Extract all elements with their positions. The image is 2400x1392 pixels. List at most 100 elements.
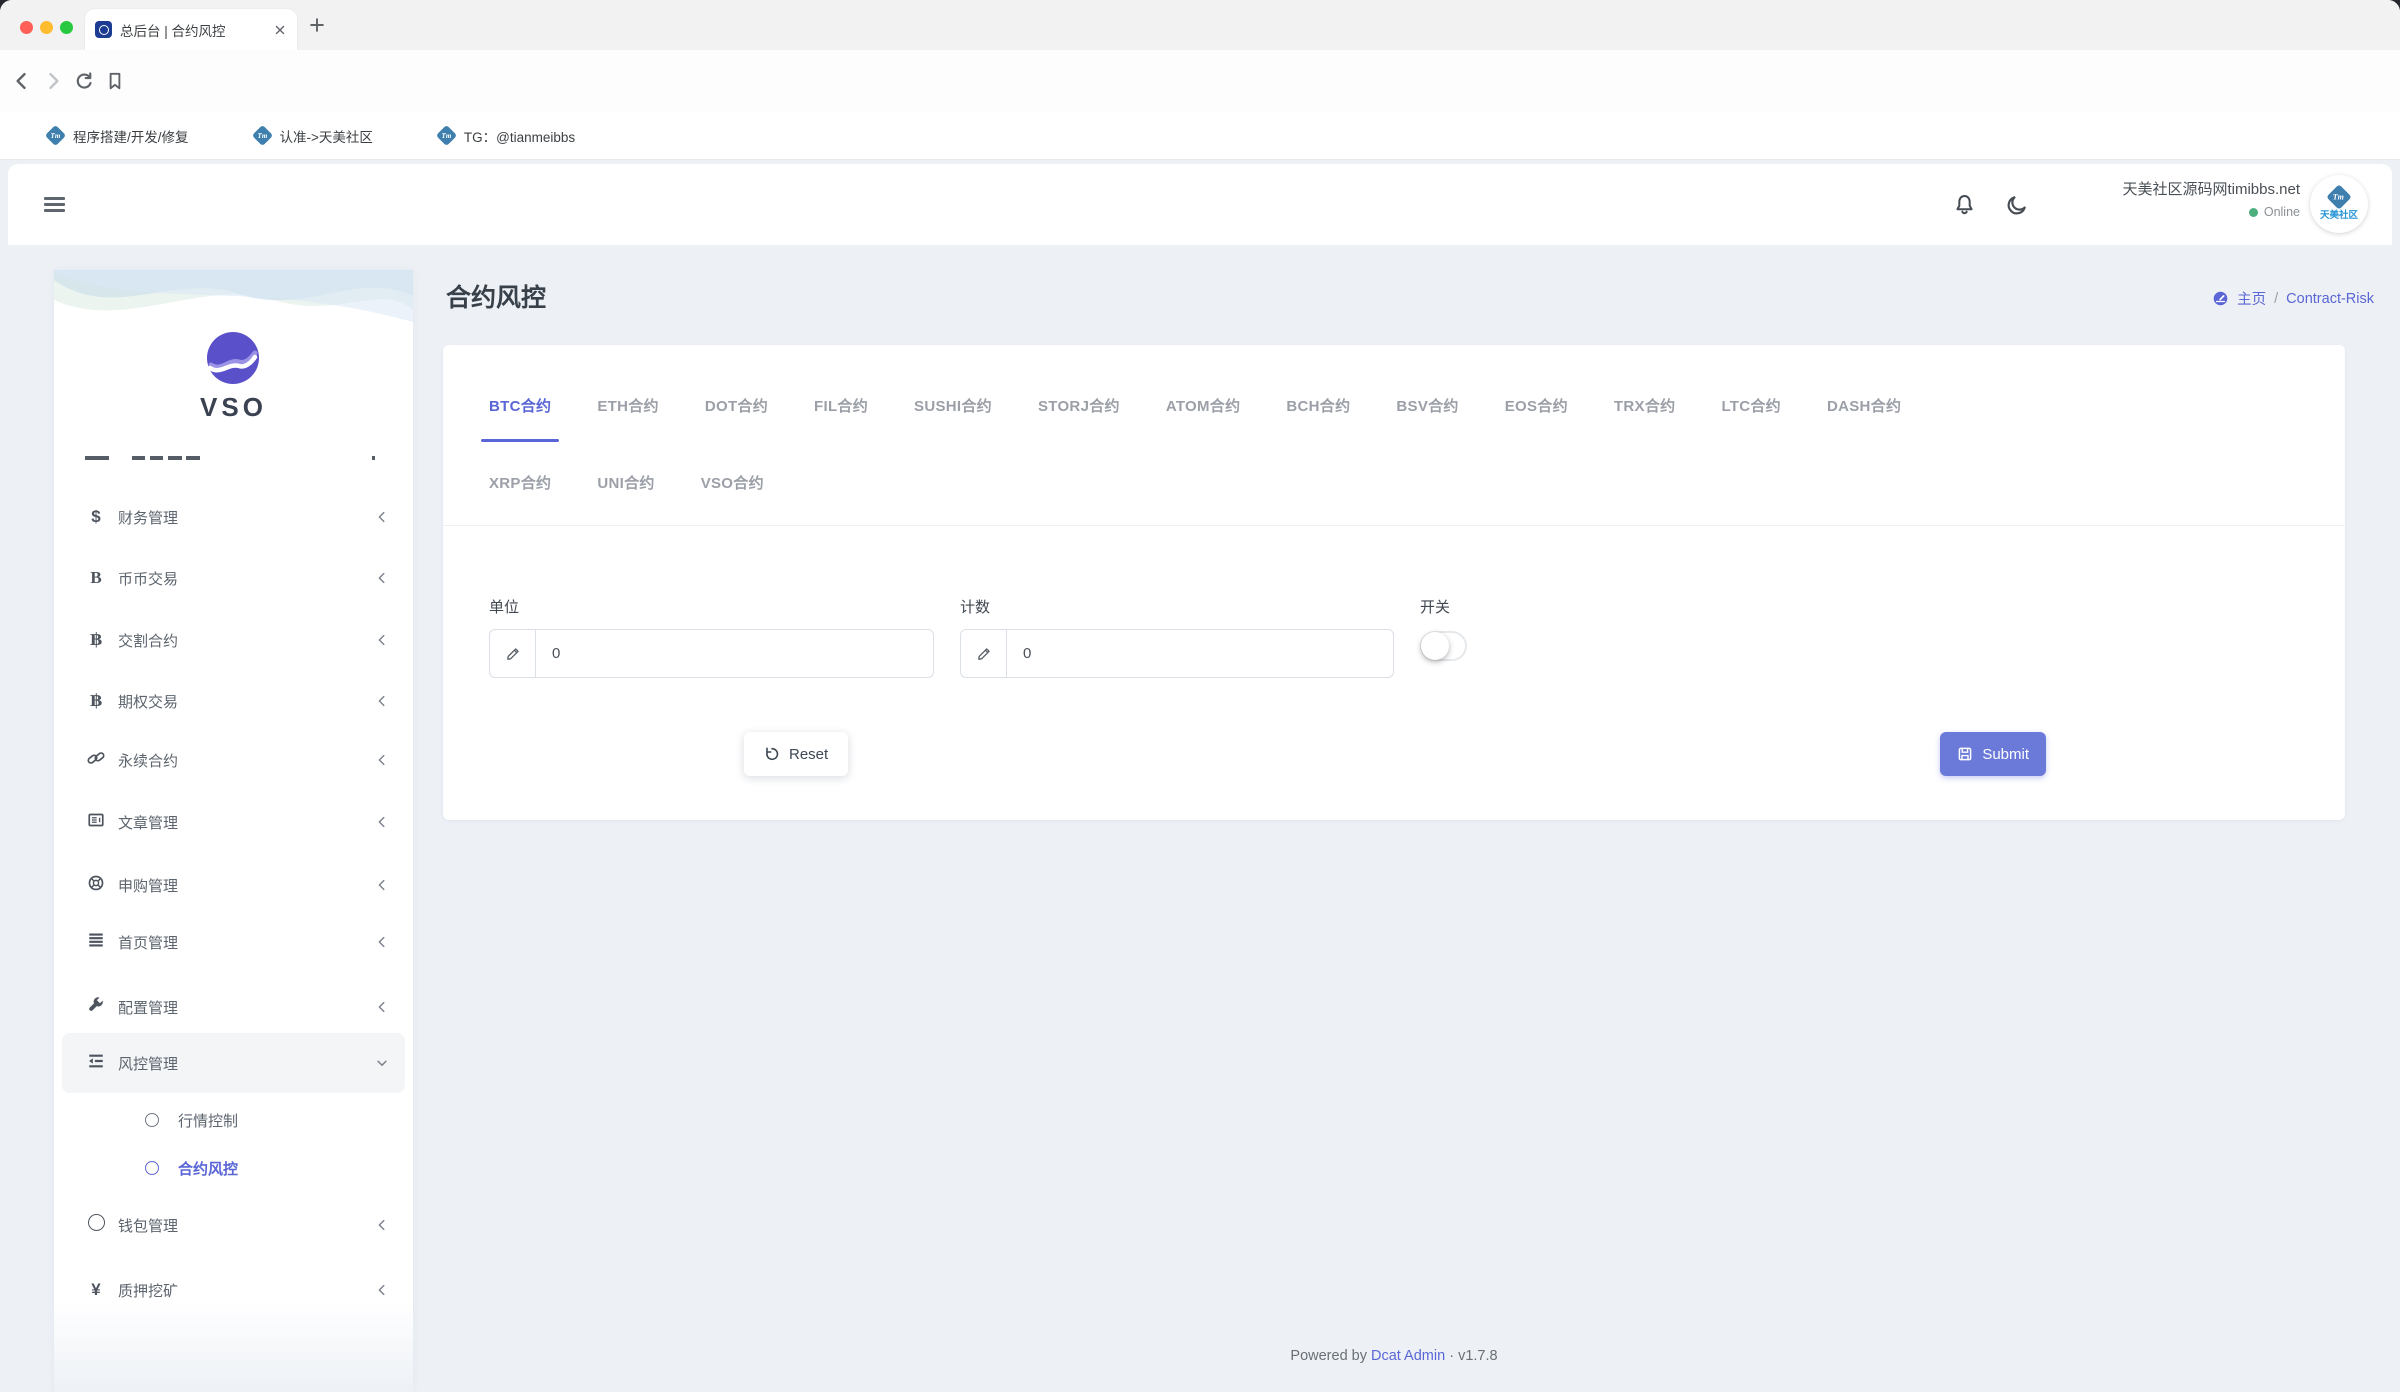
bookmark-item[interactable]: Tm 程序搭建/开发/修复 <box>48 126 189 146</box>
dashboard-icon <box>2212 290 2229 307</box>
sidebar-item-settings[interactable]: 配置管理 <box>54 977 413 1037</box>
avatar[interactable]: Tm 天美社区 <box>2310 175 2368 233</box>
dark-mode-moon-icon[interactable] <box>2006 193 2029 216</box>
newspaper-icon <box>85 811 107 834</box>
sidebar-item-risk-management[interactable]: 风控管理 <box>62 1033 405 1093</box>
tab-bch-contract[interactable]: BCH合约 <box>1286 395 1350 416</box>
sidebar-item-options-trade[interactable]: ฿ 期权交易 <box>54 671 413 731</box>
sidebar-subitem-market-control[interactable]: 行情控制 <box>54 1096 413 1144</box>
chevron-left-icon <box>375 510 389 524</box>
switch-toggle[interactable] <box>1420 631 1467 661</box>
app-header: 天美社区源码网timibbs.net Online Tm 天美社区 <box>8 164 2392 245</box>
chevron-left-icon <box>375 935 389 949</box>
user-info[interactable]: 天美社区源码网timibbs.net Online <box>2122 178 2300 219</box>
sidebar: VSO $ 财务管理 B 币币交易 ฿ 交割合约 ฿ 期权交易 <box>54 270 413 1392</box>
breadcrumb-home-link[interactable]: 主页 <box>2237 288 2266 309</box>
browser-window: 总后台 | 合约风控 https://jys111.timibbs.vip/ti… <box>0 0 2400 1392</box>
back-icon[interactable] <box>12 71 32 91</box>
chevron-left-icon <box>375 571 389 585</box>
bookmark-item[interactable]: Tm 认准->天美社区 <box>255 126 373 146</box>
app-logo-icon <box>207 332 259 384</box>
bookmark-item[interactable]: Tm TG：@tianmeibbs <box>439 126 575 146</box>
sidebar-item-staking[interactable]: ¥ 质押挖矿 <box>54 1260 413 1320</box>
sidebar-item-finance[interactable]: $ 财务管理 <box>54 487 413 547</box>
browser-tab-strip: 总后台 | 合约风控 <box>0 0 2400 50</box>
version-label: v1.7.8 <box>1458 1348 1498 1364</box>
notifications-bell-icon[interactable] <box>1953 193 1976 216</box>
tab-trx-contract[interactable]: TRX合约 <box>1614 395 1676 416</box>
submit-button[interactable]: Submit <box>1940 732 2046 776</box>
close-window-button[interactable] <box>20 21 33 34</box>
sidebar-item-subscription[interactable]: 申购管理 <box>54 855 413 915</box>
unit-label: 单位 <box>489 596 934 617</box>
circle-icon <box>145 1113 159 1127</box>
count-label: 计数 <box>960 596 1394 617</box>
tab-btc-contract[interactable]: BTC合约 <box>489 395 551 416</box>
active-tab-underline <box>481 439 559 442</box>
sidebar-item-perpetual-contract[interactable]: 永续合约 <box>54 730 413 790</box>
tab-favicon-icon <box>95 21 112 38</box>
sidebar-item-spot-trade[interactable]: B 币币交易 <box>54 548 413 608</box>
bookmark-icon[interactable] <box>105 71 125 91</box>
bars-icon <box>85 931 107 954</box>
tab-ltc-contract[interactable]: LTC合约 <box>1721 395 1781 416</box>
sidebar-subitem-contract-risk[interactable]: 合约风控 <box>54 1144 413 1192</box>
new-tab-icon[interactable] <box>308 16 326 34</box>
tab-dash-contract[interactable]: DASH合约 <box>1827 395 1901 416</box>
avatar-logo-icon: Tm <box>2326 184 2351 209</box>
app-footer: Powered by Dcat Admin · v1.7.8 <box>443 1348 2345 1364</box>
switch-knob <box>1421 632 1449 660</box>
breadcrumb-current: Contract-Risk <box>2286 291 2374 307</box>
sidebar-item-wallet[interactable]: 钱包管理 <box>54 1195 413 1255</box>
baht-icon: ฿ <box>85 691 107 711</box>
tab-storj-contract[interactable]: STORJ合约 <box>1038 395 1120 416</box>
circle-icon <box>145 1161 159 1175</box>
minimize-window-button[interactable] <box>40 21 53 34</box>
tab-dot-contract[interactable]: DOT合约 <box>705 395 768 416</box>
tab-atom-contract[interactable]: ATOM合约 <box>1166 395 1241 416</box>
save-icon <box>1957 746 1973 762</box>
unit-field: 单位 <box>489 596 934 678</box>
circle-icon <box>85 1214 107 1236</box>
wrench-icon <box>85 996 107 1019</box>
zoom-window-button[interactable] <box>60 21 73 34</box>
tab-eos-contract[interactable]: EOS合约 <box>1505 395 1568 416</box>
chevron-left-icon <box>375 1000 389 1014</box>
sidebar-item-clipped[interactable] <box>54 452 413 466</box>
tab-vso-contract[interactable]: VSO合约 <box>701 472 764 493</box>
reset-button[interactable]: Reset <box>744 732 848 776</box>
tab-sushi-contract[interactable]: SUSHI合约 <box>914 395 992 416</box>
chevron-down-icon <box>375 1056 389 1070</box>
sidebar-item-articles[interactable]: 文章管理 <box>54 792 413 852</box>
unit-input[interactable] <box>536 630 933 677</box>
site-name: 天美社区源码网timibbs.net <box>2122 178 2300 199</box>
tab-fil-contract[interactable]: FIL合约 <box>814 395 868 416</box>
online-status-label: Online <box>2264 205 2300 219</box>
btc-letter-icon: B <box>85 568 107 588</box>
forward-icon[interactable] <box>43 71 63 91</box>
tab-uni-contract[interactable]: UNI合约 <box>597 472 654 493</box>
sidebar-item-homepage[interactable]: 首页管理 <box>54 912 413 972</box>
tab-xrp-contract[interactable]: XRP合约 <box>489 472 551 493</box>
close-tab-icon[interactable] <box>273 23 287 37</box>
tab-bsv-contract[interactable]: BSV合约 <box>1396 395 1458 416</box>
count-input[interactable] <box>1007 630 1393 677</box>
baht-icon: ฿ <box>85 630 107 650</box>
count-field: 计数 <box>960 596 1394 678</box>
breadcrumb-separator: / <box>2274 291 2278 307</box>
sidebar-toggle-icon[interactable] <box>44 197 65 212</box>
dcat-admin-link[interactable]: Dcat Admin <box>1371 1348 1445 1364</box>
sidebar-item-delivery-contract[interactable]: ฿ 交割合约 <box>54 610 413 670</box>
risk-form: 单位 计数 开关 <box>443 526 2345 678</box>
link-icon <box>85 749 107 772</box>
browser-tab[interactable]: 总后台 | 合约风控 <box>85 9 297 50</box>
pencil-icon <box>961 630 1007 677</box>
reload-icon[interactable] <box>74 71 94 91</box>
bookmark-favicon-icon: Tm <box>251 125 272 146</box>
chevron-left-icon <box>375 815 389 829</box>
chevron-left-icon <box>375 878 389 892</box>
outdent-icon <box>85 1052 107 1075</box>
tab-eth-contract[interactable]: ETH合约 <box>597 395 659 416</box>
browser-toolbar: https://jys111.timibbs.vip/timibbs/contr… <box>0 50 2400 112</box>
contract-tabs: BTC合约 ETH合约 DOT合约 FIL合约 SUSHI合约 STORJ合约 … <box>443 345 2345 526</box>
